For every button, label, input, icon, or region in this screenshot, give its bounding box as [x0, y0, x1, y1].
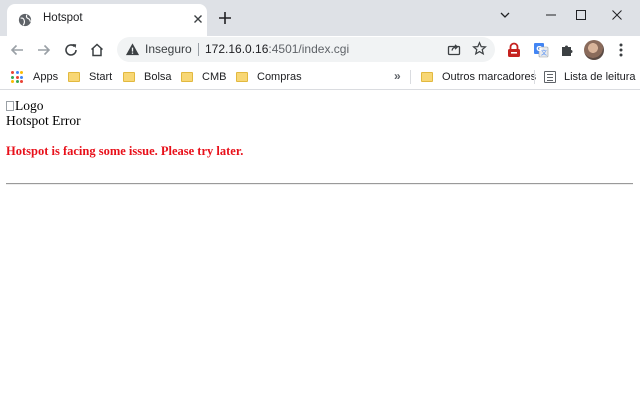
window-close-button[interactable]	[594, 0, 640, 30]
omnibox-separator	[198, 43, 199, 56]
page-content: Logo Hotspot Error Hotspot is facing som…	[0, 91, 640, 403]
share-icon[interactable]	[447, 42, 461, 56]
bookmark-label: Bolsa	[144, 71, 172, 83]
folder-icon	[421, 72, 433, 82]
logo-alt-text: Logo	[15, 98, 44, 113]
warning-icon[interactable]	[125, 42, 140, 57]
close-icon	[612, 10, 622, 20]
close-tab-icon[interactable]	[191, 12, 205, 26]
more-vert-icon[interactable]	[614, 42, 628, 58]
forward-button[interactable]	[34, 40, 54, 60]
new-tab-icon[interactable]	[216, 9, 234, 27]
svg-text:文: 文	[541, 49, 547, 57]
folder-icon	[236, 72, 248, 82]
reload-icon	[65, 44, 77, 56]
bookmark-label: Compras	[257, 71, 302, 83]
bookmark-apps[interactable]: Apps	[11, 68, 58, 86]
security-label[interactable]: Inseguro	[145, 42, 192, 56]
tab-search-button[interactable]	[482, 0, 528, 30]
broken-image-icon	[6, 101, 14, 111]
home-icon	[90, 43, 104, 57]
arrow-left-icon	[10, 44, 23, 56]
bookmarks-separator	[534, 70, 535, 84]
bookmark-label: CMB	[202, 71, 227, 83]
browser-toolbar: Inseguro 172.16.0.16:4501/index.cgi G 文	[0, 36, 640, 64]
bookmark-label: Outros marcadores	[442, 71, 537, 83]
horizontal-rule	[6, 183, 633, 185]
page-title: Hotspot Error	[6, 113, 81, 128]
arrow-right-icon	[38, 44, 51, 56]
back-button[interactable]	[7, 40, 27, 60]
chevron-down-icon	[500, 12, 510, 18]
profile-avatar[interactable]	[584, 40, 604, 60]
bookmark-star-icon[interactable]	[472, 41, 487, 56]
tab-title: Hotspot	[43, 12, 83, 24]
tab-strip: Hotspot	[0, 0, 640, 36]
puzzle-extensions-icon[interactable]	[559, 42, 575, 58]
bookmarks-separator	[410, 70, 411, 84]
error-message: Hotspot is facing some issue. Please try…	[6, 144, 244, 158]
url-host: 172.16.0.16	[205, 42, 269, 56]
maximize-icon	[576, 10, 586, 20]
reload-button[interactable]	[61, 40, 81, 60]
globe-icon	[18, 13, 32, 27]
lock-extension-icon[interactable]	[506, 42, 522, 58]
translate-extension-icon[interactable]: G 文	[533, 42, 549, 58]
folder-icon	[123, 72, 135, 82]
bookmark-label: Apps	[33, 71, 59, 83]
folder-icon	[68, 72, 80, 82]
minimize-icon	[546, 14, 556, 16]
apps-grid-icon	[11, 71, 23, 83]
bookmarks-bar: Apps Start Bolsa CMB Compras » Outros ma…	[0, 64, 640, 90]
bookmark-start[interactable]: Start	[68, 68, 112, 86]
reading-list-icon	[544, 71, 556, 83]
url-path: :4501/index.cgi	[268, 42, 350, 56]
logo-image: Logo	[6, 98, 44, 114]
reading-list-label: Lista de leitura	[564, 71, 636, 83]
address-bar[interactable]: Inseguro 172.16.0.16:4501/index.cgi	[117, 37, 495, 62]
bookmarks-overflow-button[interactable]: »	[394, 69, 401, 83]
home-button[interactable]	[87, 40, 107, 60]
reading-list-button[interactable]: Lista de leitura	[544, 68, 636, 86]
bookmark-cmb[interactable]: CMB	[181, 68, 226, 86]
bookmark-label: Start	[89, 71, 113, 83]
tab-hotspot[interactable]: Hotspot	[7, 4, 207, 36]
folder-icon	[181, 72, 193, 82]
bookmark-other-bookmarks[interactable]: Outros marcadores	[421, 68, 536, 86]
bookmark-compras[interactable]: Compras	[236, 68, 302, 86]
bookmark-bolsa[interactable]: Bolsa	[123, 68, 172, 86]
url-text[interactable]: 172.16.0.16:4501/index.cgi	[205, 42, 349, 56]
